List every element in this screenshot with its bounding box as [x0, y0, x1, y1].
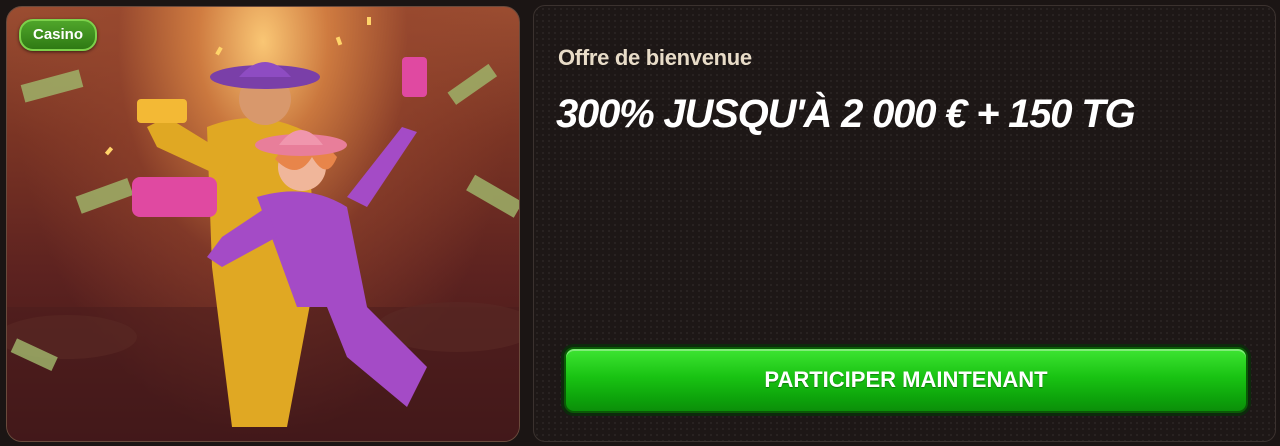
offer-card: Offre de bienvenue 300% JUSQU'À 2 000 € … — [533, 5, 1276, 442]
participate-now-button[interactable]: PARTICIPER MAINTENANT — [564, 347, 1248, 413]
promo-image-card[interactable]: Casino — [6, 6, 520, 442]
promo-illustration — [7, 17, 519, 441]
casino-badge: Casino — [19, 19, 98, 51]
offer-title: 300% JUSQU'À 2 000 € + 150 TG — [556, 92, 1136, 136]
offer-label: Offre de bienvenue — [558, 45, 752, 70]
welcome-offer-banner: Casino Offre de bienvenue 300% JUSQU'À 2… — [0, 0, 1280, 446]
